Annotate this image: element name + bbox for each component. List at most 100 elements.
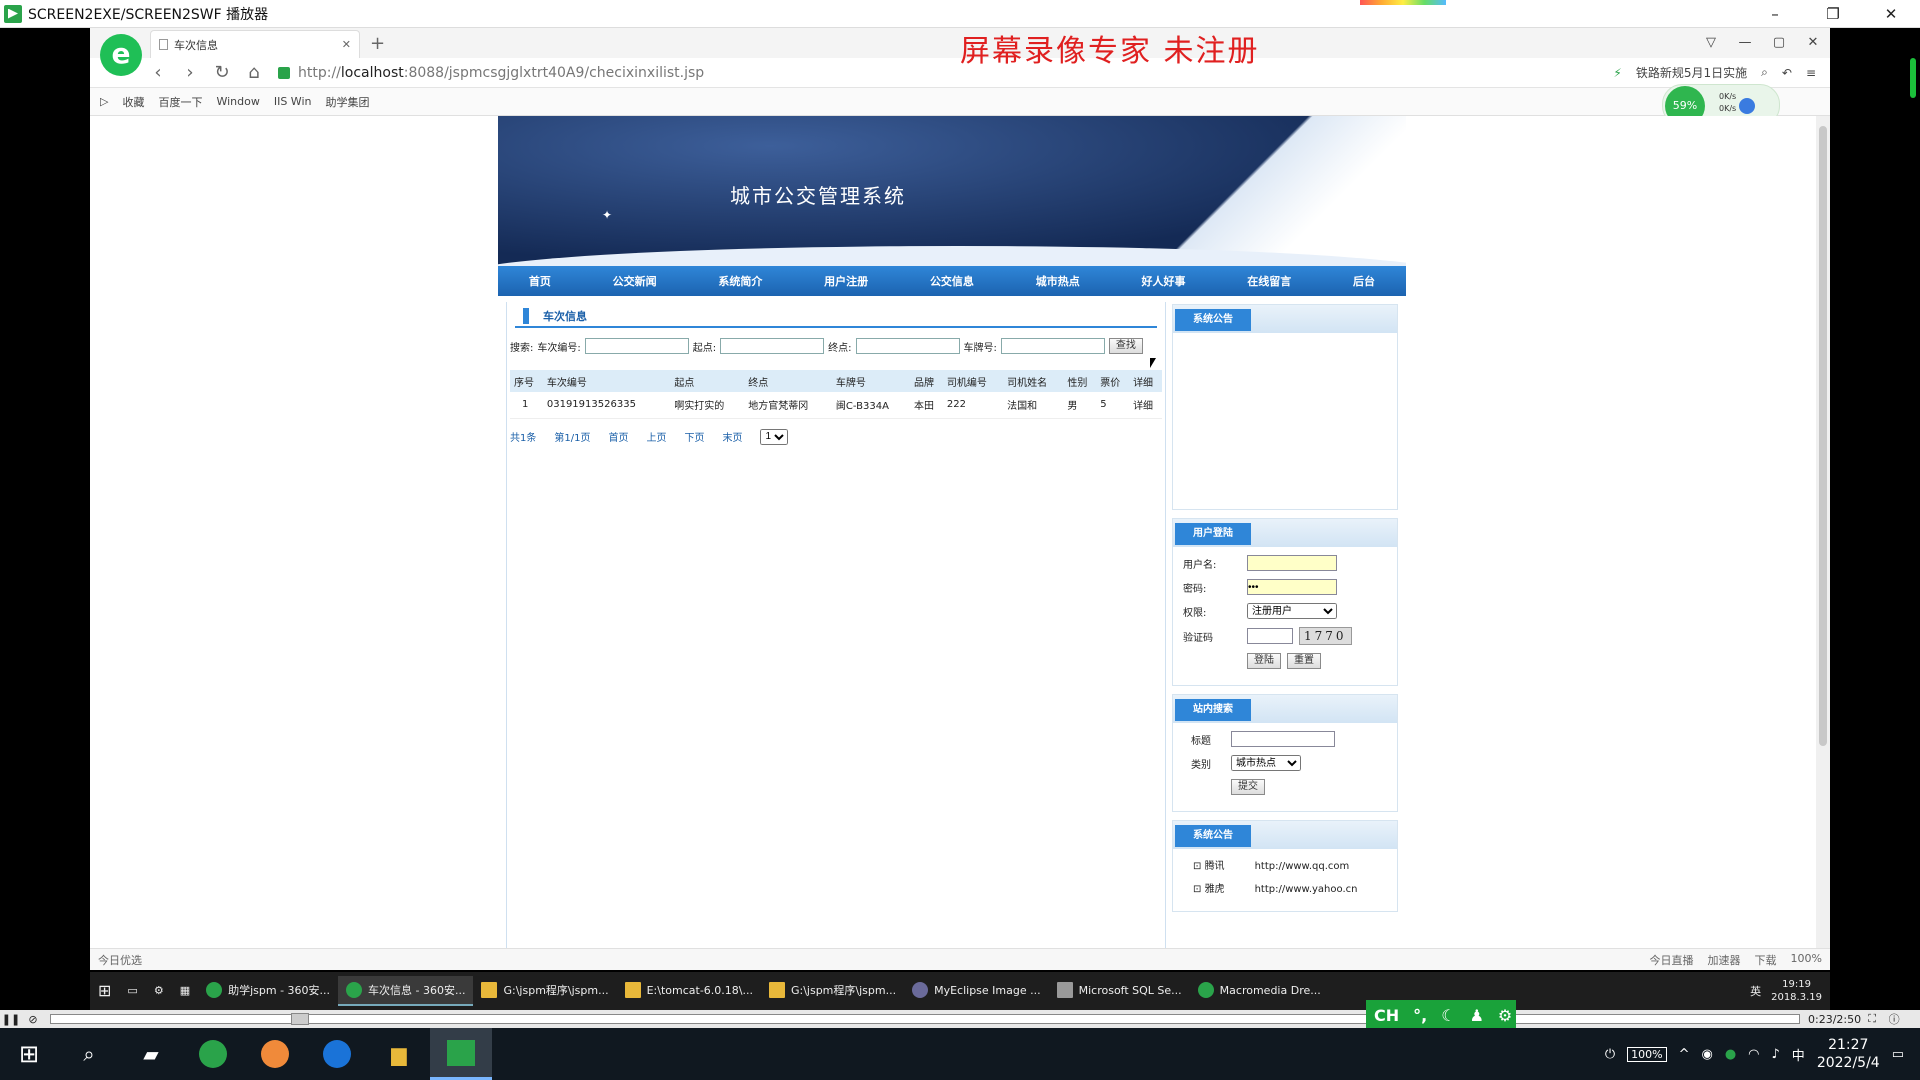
browser-360-icon[interactable]	[182, 1028, 244, 1080]
news-link[interactable]: 铁路新规5月1日实施	[1636, 64, 1747, 81]
taskbar-item[interactable]: Microsoft SQL Se...	[1049, 976, 1190, 1006]
chevron-up-icon[interactable]: ^	[1679, 1047, 1690, 1062]
nav-bus-info[interactable]: 公交信息	[930, 273, 974, 289]
nav-about[interactable]: 系统简介	[718, 273, 762, 289]
nav-register[interactable]: 用户注册	[824, 273, 868, 289]
close-button[interactable]: ✕	[1862, 0, 1920, 28]
taskbar-item[interactable]: E:\tomcat-6.0.18\...	[617, 976, 761, 1006]
taskbar-item[interactable]: MyEclipse Image ...	[904, 976, 1049, 1006]
search-icon[interactable]: ⌕	[1761, 65, 1768, 80]
shirt-icon[interactable]: ▽	[1694, 28, 1728, 58]
username-input[interactable]	[1247, 555, 1337, 571]
browser-restore-button[interactable]: ▢	[1762, 28, 1796, 58]
undo-icon[interactable]: ↶	[1782, 66, 1792, 80]
seek-bar[interactable]	[50, 1013, 1800, 1025]
lightning-icon[interactable]: ⚡	[1613, 66, 1621, 80]
sidebar-toggle-icon[interactable]: ▷	[100, 95, 108, 108]
ime-lang[interactable]: CH	[1374, 1006, 1399, 1025]
taskbar-item[interactable]: 车次信息 - 360安...	[338, 976, 474, 1006]
moon-icon[interactable]: ☾	[1441, 1006, 1455, 1025]
bookmark-favorites[interactable]: 收藏	[122, 94, 144, 110]
list-item[interactable]: ⊡ 腾讯 http://www.qq.com	[1193, 857, 1387, 872]
side-handle[interactable]	[1910, 58, 1916, 98]
user-icon[interactable]: ♟	[1470, 1006, 1484, 1025]
reset-button[interactable]: 重置	[1287, 653, 1321, 669]
captcha-image[interactable]: 1770	[1299, 627, 1352, 645]
plug-icon[interactable]: ⏻	[1605, 1047, 1615, 1062]
taskbar-item[interactable]: G:\jspm程序\jspm...	[473, 976, 616, 1006]
role-select[interactable]: 注册用户	[1247, 603, 1337, 619]
password-input[interactable]	[1247, 579, 1337, 595]
qq-icon[interactable]: ◉	[1701, 1047, 1712, 1062]
bookmark-baidu[interactable]: 百度一下	[158, 94, 202, 110]
fullscreen-icon[interactable]: ⛶	[1861, 1012, 1883, 1026]
tab-close-icon[interactable]: ✕	[342, 38, 351, 51]
origin-input[interactable]	[720, 338, 825, 354]
browser-close-button[interactable]: ✕	[1796, 28, 1830, 58]
list-item[interactable]: ⊡ 雅虎 http://www.yahoo.cn	[1193, 880, 1387, 895]
battery-indicator[interactable]: 100%	[1627, 1046, 1667, 1062]
host-clock[interactable]: 21:27 2022/5/4	[1817, 1036, 1880, 1072]
login-button[interactable]: 登陆	[1247, 653, 1281, 669]
detail-link[interactable]: 详细	[1129, 392, 1162, 419]
bookmark-zhuxue[interactable]: 助学集团	[325, 94, 369, 110]
nav-news[interactable]: 公交新闻	[613, 273, 657, 289]
minimize-button[interactable]: –	[1746, 0, 1804, 28]
submit-button[interactable]: 提交	[1231, 779, 1265, 795]
maximize-button[interactable]: ❐	[1804, 0, 1862, 28]
bookmark-iiswin[interactable]: IIS Win	[274, 95, 312, 108]
files-icon[interactable]: ▰	[120, 1028, 182, 1080]
prev-page-link[interactable]: 上页	[646, 429, 666, 444]
browser-logo-icon[interactable]: e	[100, 34, 142, 76]
volume-icon[interactable]: ♪	[1772, 1047, 1780, 1062]
wifi-icon[interactable]: ◠	[1748, 1047, 1759, 1062]
bookmark-window[interactable]: Window	[216, 95, 259, 108]
browser-minimize-button[interactable]: —	[1728, 28, 1762, 58]
trip-number-input[interactable]	[584, 338, 689, 354]
recorded-start-icon[interactable]: ⊞	[90, 976, 119, 1006]
taskbar-item[interactable]: 助学jspm - 360安...	[198, 976, 338, 1006]
menu-icon[interactable]: ≡	[1806, 66, 1816, 80]
url-field[interactable]: http://localhost:8088/jspmcsgjglxtrt40A9…	[278, 61, 1498, 85]
folder-icon[interactable]: ▆	[368, 1028, 430, 1080]
info-icon[interactable]: ⓘ	[1883, 1011, 1905, 1027]
tray-ime[interactable]: 英	[1750, 983, 1761, 999]
page-scrollbar[interactable]	[1816, 116, 1830, 948]
first-page-link[interactable]: 首页	[608, 429, 628, 444]
notifications-icon[interactable]: ▭	[1892, 1047, 1904, 1062]
nav-admin[interactable]: 后台	[1353, 273, 1375, 289]
today-picks[interactable]: 今日优选	[98, 952, 142, 968]
search-icon[interactable]: ⌕	[58, 1028, 120, 1080]
zoom-level[interactable]: 100%	[1791, 952, 1822, 968]
page-select[interactable]: 1	[760, 428, 789, 445]
new-tab-button[interactable]: +	[370, 30, 385, 58]
search-button[interactable]: 查找	[1108, 338, 1143, 354]
player-app-icon[interactable]	[430, 1028, 492, 1080]
nav-good-deeds[interactable]: 好人好事	[1141, 273, 1185, 289]
destination-input[interactable]	[855, 338, 960, 354]
pause-icon[interactable]: ❚❚	[0, 1013, 22, 1026]
seek-knob[interactable]	[291, 1013, 309, 1025]
nav-hotspots[interactable]: 城市热点	[1036, 273, 1080, 289]
settings-icon[interactable]: ⚙	[1498, 1006, 1512, 1025]
captcha-input[interactable]	[1247, 628, 1293, 644]
refresh-icon[interactable]: ↻	[206, 62, 238, 83]
taskbar-item[interactable]: G:\jspm程序\jspm...	[761, 976, 904, 1006]
nav-home[interactable]: 首页	[529, 273, 551, 289]
wechat-icon[interactable]: ●	[1725, 1047, 1736, 1062]
ime-punct-icon[interactable]: °,	[1413, 1006, 1427, 1025]
tab-checixinxi[interactable]: 车次信息 ✕	[150, 30, 360, 58]
windows-start-icon[interactable]: ⊞	[0, 1040, 58, 1068]
forward-icon[interactable]: ›	[174, 62, 206, 83]
teamviewer-icon[interactable]	[306, 1028, 368, 1080]
host-ime[interactable]: 中	[1792, 1045, 1805, 1064]
keyword-input[interactable]	[1231, 731, 1335, 747]
plate-input[interactable]	[1000, 338, 1105, 354]
orange-app-icon[interactable]	[244, 1028, 306, 1080]
taskbar-item[interactable]: Macromedia Dre...	[1190, 976, 1329, 1006]
next-page-link[interactable]: 下页	[684, 429, 704, 444]
stop-icon[interactable]: ⊘	[22, 1013, 44, 1026]
nav-guestbook[interactable]: 在线留言	[1247, 273, 1291, 289]
category-select[interactable]: 城市热点	[1231, 755, 1301, 771]
last-page-link[interactable]: 末页	[722, 429, 742, 444]
